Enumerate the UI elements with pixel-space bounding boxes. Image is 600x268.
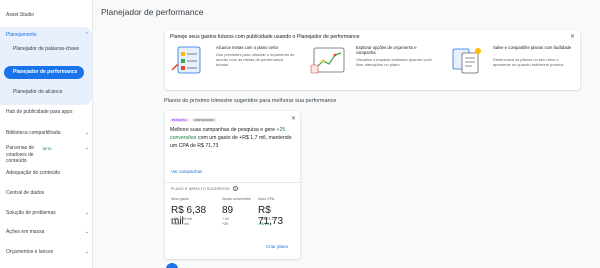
chevron-up-icon: ⌃: [84, 32, 90, 38]
plan-tags: PESQUISA CONVERSÕES: [170, 118, 217, 122]
sidebar-item-label: Adequação do conteúdo: [6, 170, 61, 176]
chevron-down-icon: ⌄: [84, 145, 90, 151]
sidebar-subitem-palavras-chave[interactable]: Planejador de palavras-chave: [13, 46, 85, 53]
metric-label: Novo CPA: [258, 197, 275, 201]
tag-pesquisa: PESQUISA: [170, 118, 190, 122]
info-card-title: Planeje seus gastos futuros com publicid…: [170, 34, 360, 40]
sidebar-item-label: Asset Studio: [6, 12, 35, 18]
sidebar: Asset Studio Planejamento ⌃ Planejador d…: [0, 0, 93, 268]
metric-label: Novas conversões: [222, 197, 251, 201]
sidebar-item-central-dados[interactable]: Central de dados: [6, 190, 90, 197]
section-title: Planos do próximo trimestre sugeridos pa…: [164, 98, 337, 104]
sidebar-item-label: Parcerias de criadores de conteúdo: [6, 145, 35, 164]
plan-desc-prefix: Melhore suas campanhas de pesquisa e ger…: [170, 127, 277, 133]
close-icon[interactable]: ✕: [570, 33, 575, 40]
feature-title: Explorar opções de orçamento e campanha: [356, 45, 417, 56]
suggested-plan-card: PESQUISA CONVERSÕES ✕ Melhore suas campa…: [165, 111, 300, 259]
feature-desc: Use previsões para otimizar o orçamento …: [216, 52, 295, 68]
criar-plano-button[interactable]: Criar plano: [266, 244, 288, 249]
sidebar-item-adequacao[interactable]: Adequação do conteúdo: [6, 170, 90, 177]
plan-description: Melhore suas campanhas de pesquisa e ger…: [170, 126, 294, 150]
sidebar-item-label: Central de dados: [6, 190, 45, 196]
tag-conversoes: CONVERSÕES: [192, 118, 217, 122]
metric-sub: -R$ 1,44: [258, 222, 272, 226]
impact-title: PLANO E IMPACTO SUGERIDOS i: [171, 186, 238, 191]
floating-action-button[interactable]: [166, 263, 178, 268]
feature-title: Alcance metas com o plano certo: [216, 45, 278, 50]
sidebar-item-acoes-massa[interactable]: Ações em massa ⌄: [6, 229, 90, 236]
feature-budget: Explorar opções de orçamento e campanha …: [310, 45, 438, 87]
sidebar-item-label: Ações em massa: [6, 229, 45, 235]
checklist-illustration-icon: [171, 46, 201, 74]
metric-novo-gasto: Novo gasto R$ 6,38 mil + R$ 4,69 mil +R$…: [171, 197, 217, 227]
feature-share: Salve e compartilhe planos com facilidad…: [447, 45, 575, 87]
sidebar-item-label: Hub de publicidade para apps: [6, 109, 73, 115]
metric-label: Novo gasto: [171, 197, 189, 201]
sidebar-item-hub-apps[interactable]: Hub de publicidade para apps: [6, 109, 90, 116]
metric-sub: +25: [222, 222, 228, 226]
sidebar-item-label: Orçamentos e lances: [6, 249, 54, 255]
chevron-down-icon: ⌄: [84, 210, 90, 216]
info-icon[interactable]: i: [232, 186, 238, 191]
info-card: Planeje seus gastos futuros com publicid…: [165, 30, 580, 90]
sidebar-item-label: Planejamento: [6, 32, 37, 38]
chevron-down-icon: ⌄: [84, 130, 90, 136]
divider: [165, 182, 300, 183]
chevron-down-icon: ⌄: [84, 229, 90, 235]
metric-sub: +R$ 1,7 mil: [171, 222, 189, 226]
sidebar-item-solucao[interactable]: Solução de problemas ⌄: [6, 210, 90, 217]
feature-title: Salve e compartilhe planos com facilidad…: [493, 45, 572, 50]
ver-campanhas-link[interactable]: Ver campanhas: [171, 169, 202, 174]
sidebar-item-planejamento[interactable]: Planejamento ⌃: [6, 32, 90, 39]
impact-title-text: PLANO E IMPACTO SUGERIDOS: [171, 186, 230, 191]
sidebar-item-biblioteca[interactable]: Biblioteca compartilhada ⌄: [6, 130, 90, 137]
sidebar-subitem-alcance[interactable]: Planejador de alcance: [13, 89, 85, 96]
sidebar-item-asset-studio[interactable]: Asset Studio: [6, 12, 90, 19]
metric-novo-cpa: Novo CPA R$ 71,73 + R$ 73,17 -R$ 1,44: [258, 197, 298, 227]
chevron-down-icon: ⌄: [84, 249, 90, 255]
sidebar-item-label: Biblioteca compartilhada: [6, 130, 61, 136]
metric-value: 89: [222, 205, 234, 216]
feature-goals: Alcance metas com o plano certo Use prev…: [170, 45, 298, 87]
page-title: Planejador de performance: [101, 7, 204, 17]
sidebar-item-parcerias[interactable]: Parcerias de criadores de conteúdo BETA …: [6, 145, 90, 165]
sidebar-subitem-performance[interactable]: Planejador de performance: [13, 69, 77, 75]
feature-desc: Desenvolva os planos no seu ritmo e apre…: [493, 57, 564, 68]
share-illustration-icon: [452, 48, 481, 74]
sidebar-item-label: Solução de problemas: [6, 210, 56, 216]
beta-badge: BETA: [42, 147, 52, 151]
close-icon[interactable]: ✕: [291, 115, 296, 122]
chart-illustration-icon: [310, 47, 345, 74]
sidebar-item-orcamentos[interactable]: Orçamentos e lances ⌄: [6, 249, 90, 256]
metric-novas-conversoes: Novas conversões 89 + 64 +25: [222, 197, 256, 226]
feature-desc: Visualize o impacto estimado quando você…: [356, 57, 432, 68]
